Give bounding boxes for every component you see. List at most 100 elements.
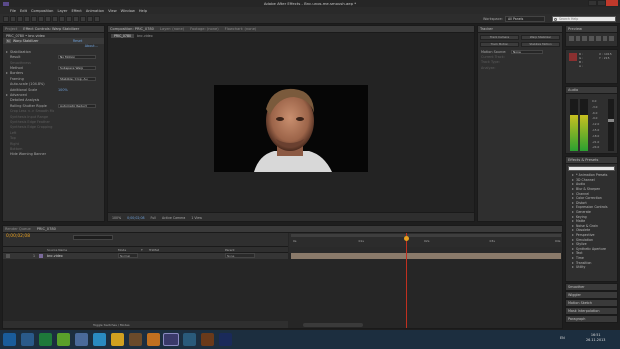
effect-property-select[interactable]: Stabilize, Crop, Au xyxy=(58,76,96,81)
selection-tool-icon[interactable] xyxy=(3,16,9,22)
menu-file[interactable]: File xyxy=(10,9,16,13)
col-parent[interactable]: Parent xyxy=(225,248,235,252)
effect-property-select[interactable]: Automatic Reduct xyxy=(58,103,96,108)
camera-select[interactable]: Active Camera xyxy=(162,216,185,220)
gimp-icon[interactable] xyxy=(129,333,142,346)
tab-flowchart[interactable]: Flowchart: (none) xyxy=(225,27,257,31)
photos-icon[interactable] xyxy=(183,333,196,346)
timeline-zoom-slider[interactable] xyxy=(303,323,363,327)
view-select[interactable]: 1 View xyxy=(191,216,202,220)
expand-triangle-icon[interactable] xyxy=(572,178,574,181)
tab-timeline-comp[interactable]: PRIC_0780 xyxy=(37,227,56,231)
menu-window[interactable]: Window xyxy=(121,9,135,13)
expand-triangle-icon[interactable] xyxy=(572,206,574,209)
expand-triangle-icon[interactable] xyxy=(6,50,8,53)
expand-triangle-icon[interactable] xyxy=(572,188,574,191)
motion-source-select[interactable]: None xyxy=(511,49,543,54)
expand-triangle-icon[interactable] xyxy=(572,197,574,200)
audio-slider[interactable] xyxy=(608,99,614,151)
tab-footage[interactable]: Footage: (none) xyxy=(190,27,219,31)
effects-search-input[interactable] xyxy=(568,166,615,171)
menu-layer[interactable]: Layer xyxy=(57,9,67,13)
col-trkmat[interactable]: TrkMat xyxy=(149,248,159,252)
expand-triangle-icon[interactable] xyxy=(572,261,574,264)
menu-animation[interactable]: Animation xyxy=(86,9,104,13)
visibility-eye-icon[interactable] xyxy=(6,254,10,258)
playhead-line[interactable] xyxy=(406,233,407,328)
stabilize-motion-button[interactable]: Stabilize Motion xyxy=(521,42,560,47)
expand-triangle-icon[interactable] xyxy=(6,72,8,75)
effect-property-select[interactable]: Subspace Warp xyxy=(58,66,96,71)
timeline-search-input[interactable] xyxy=(73,235,113,240)
timeline-layer-row[interactable]: 1 bnc.video Normal None xyxy=(3,253,288,259)
puppet-tool-icon[interactable] xyxy=(94,16,100,22)
track-camera-button[interactable]: Track Camera xyxy=(480,35,519,40)
loop-icon[interactable] xyxy=(609,36,615,41)
col-t[interactable]: T xyxy=(141,248,143,252)
expand-triangle-icon[interactable] xyxy=(572,229,574,232)
about-link[interactable]: About... xyxy=(85,44,98,48)
timeline-footer[interactable]: Toggle Switches / Modes xyxy=(3,321,288,328)
layer-duration-bar[interactable] xyxy=(291,253,561,259)
expand-triangle-icon[interactable] xyxy=(572,183,574,186)
next-frame-icon[interactable] xyxy=(589,36,594,41)
effect-property-row[interactable]: Result No Motion xyxy=(3,55,104,60)
vlc-icon[interactable] xyxy=(147,333,160,346)
effect-property-row[interactable]: Framing Stabilize, Crop, Au xyxy=(3,76,104,81)
tab-render-queue[interactable]: Render Queue xyxy=(5,227,31,231)
expand-triangle-icon[interactable] xyxy=(572,201,574,204)
messenger-icon[interactable] xyxy=(57,333,70,346)
resolution-select[interactable]: Full xyxy=(151,216,156,220)
photoshop-icon[interactable] xyxy=(219,333,232,346)
playhead-handle[interactable] xyxy=(404,236,409,241)
tab-composition[interactable]: Composition: PRIC_0780 xyxy=(110,27,154,31)
illustrator-icon[interactable] xyxy=(201,333,214,346)
expand-triangle-icon[interactable] xyxy=(572,211,574,214)
effect-property-row[interactable]: Rolling Shutter Ripple Automatic Reduct xyxy=(3,103,104,108)
close-button[interactable] xyxy=(606,0,618,6)
timeline-timecode[interactable]: 0;00;02;08 xyxy=(6,234,30,239)
minimize-button[interactable] xyxy=(588,0,597,6)
skype-icon[interactable] xyxy=(93,333,106,346)
layer-name[interactable]: bnc.video xyxy=(47,254,63,258)
work-area-bar[interactable] xyxy=(291,234,561,237)
track-motion-button[interactable]: Track Motion xyxy=(480,42,519,47)
chrome-icon[interactable] xyxy=(111,333,124,346)
first-frame-icon[interactable] xyxy=(569,36,574,41)
language-indicator[interactable]: EN xyxy=(560,336,565,340)
excel-icon[interactable] xyxy=(39,333,52,346)
tab-project[interactable]: Project xyxy=(5,27,17,31)
audio-icon[interactable] xyxy=(602,36,608,41)
zoom-select[interactable]: 100% xyxy=(112,216,121,220)
after-effects-icon[interactable] xyxy=(163,333,179,346)
expand-triangle-icon[interactable] xyxy=(572,224,574,227)
video-frame[interactable] xyxy=(214,85,368,172)
time-ruler[interactable]: 0s 01s 02s 03s 04s xyxy=(289,233,562,247)
expand-triangle-icon[interactable] xyxy=(572,174,574,177)
collapsed-panel-header[interactable]: Wiggler xyxy=(565,291,618,299)
system-clock[interactable]: 16:51 26.11.2013 xyxy=(586,333,605,343)
pan-behind-tool-icon[interactable] xyxy=(38,16,44,22)
search-help-input[interactable]: Search Help xyxy=(552,16,616,22)
collapsed-panel-header[interactable]: Smoother xyxy=(565,283,618,291)
effect-property-row[interactable]: Method Subspace Warp xyxy=(3,65,104,71)
tab-effect-controls[interactable]: Effect Controls: Warp Stabilizer xyxy=(23,27,79,31)
type-tool-icon[interactable] xyxy=(59,16,65,22)
menu-view[interactable]: View xyxy=(108,9,117,13)
start-button-icon[interactable] xyxy=(3,333,16,346)
audio-slider-handle[interactable] xyxy=(608,119,614,122)
subtab-footage[interactable]: bnc.video xyxy=(137,34,153,38)
camera-tool-icon[interactable] xyxy=(31,16,37,22)
expand-triangle-icon[interactable] xyxy=(572,234,574,237)
prev-frame-icon[interactable] xyxy=(575,36,581,41)
expand-triangle-icon[interactable] xyxy=(572,243,574,246)
col-source-name[interactable]: Source Name xyxy=(47,248,67,252)
expand-triangle-icon[interactable] xyxy=(572,238,574,241)
workspace-select[interactable]: All Panels xyxy=(505,16,545,22)
warp-stabilizer-button[interactable]: Warp Stabilizer xyxy=(521,35,560,40)
effect-property-value[interactable]: 100% xyxy=(58,88,68,92)
pen-tool-icon[interactable] xyxy=(52,16,58,22)
layer-mode-select[interactable]: Normal xyxy=(118,253,138,258)
layer-parent-select[interactable]: None xyxy=(225,253,255,258)
mask-tool-icon[interactable] xyxy=(45,16,51,22)
